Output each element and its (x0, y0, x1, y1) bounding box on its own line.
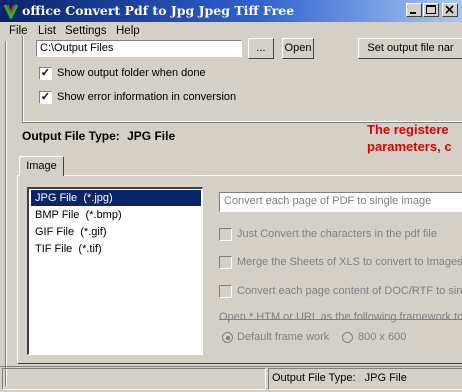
minimize-icon (410, 12, 416, 14)
maximize-button[interactable] (423, 3, 439, 17)
just-convert-label: Just Convert the characters in the pdf f… (237, 228, 437, 240)
merge-sheets-label: Merge the Sheets of XLS to convert to Im… (237, 256, 462, 268)
default-frame-radio[interactable] (222, 332, 233, 343)
status-panel-file-type: Output File Type: JPG File (268, 368, 462, 390)
status-panel-1 (2, 368, 266, 390)
format-list[interactable]: JPG File (*.jpg) BMP File (*.bmp) GIF Fi… (27, 187, 203, 355)
notice-line-1: The registere (367, 122, 449, 137)
show-output-folder-checkbox[interactable]: ✓ (39, 67, 52, 80)
framework-divider (219, 319, 462, 320)
close-icon (445, 5, 454, 14)
status-file-type-value: JPG File (364, 372, 407, 384)
set-output-file-name-button[interactable]: Set output file nar (358, 38, 462, 59)
list-item-jpg[interactable]: JPG File (*.jpg) (31, 190, 201, 206)
merge-sheets-checkbox[interactable] (219, 256, 232, 269)
size-800x600-radio[interactable] (342, 332, 353, 343)
left-divider-highlight (6, 41, 7, 386)
window-title: office Convert Pdf to Jpg Jpeg Tiff Free (22, 3, 295, 18)
status-file-type-label: Output File Type: (272, 372, 356, 384)
statusbar-top-border (0, 366, 462, 367)
convert-doc-checkbox[interactable] (219, 285, 232, 298)
size-800x600-label: 800 x 600 (358, 331, 407, 343)
list-item-tif[interactable]: TIF File (*.tif) (31, 241, 201, 257)
minimize-button[interactable] (406, 3, 422, 17)
list-item-bmp[interactable]: BMP File (*.bmp) (31, 207, 201, 223)
output-folder-input[interactable]: C:\Output Files (36, 40, 242, 57)
list-item-gif[interactable]: GIF File (*.gif) (31, 224, 201, 240)
radio-selected-dot (226, 336, 230, 340)
output-file-type-heading: Output File Type: JPG File (22, 129, 175, 143)
maximize-icon (426, 5, 436, 14)
show-errors-checkbox[interactable]: ✓ (39, 91, 52, 104)
show-output-folder-label: Show output folder when done (57, 67, 206, 79)
close-button[interactable] (442, 3, 458, 17)
open-button[interactable]: Open (282, 38, 314, 59)
show-errors-label: Show error information in conversion (57, 91, 237, 103)
default-frame-label: Default frame work (237, 331, 330, 343)
output-file-type-label: Output File Type: (22, 129, 120, 143)
browse-button[interactable]: ... (248, 38, 274, 59)
registration-notice: The registere parameters, c (367, 121, 462, 155)
just-convert-checkbox[interactable] (219, 228, 232, 241)
notice-line-2: parameters, c (367, 139, 452, 154)
title-bar[interactable]: office Convert Pdf to Jpg Jpeg Tiff Free (0, 0, 462, 22)
checkmark-icon: ✓ (40, 91, 51, 103)
checkmark-icon: ✓ (40, 67, 51, 79)
convert-doc-label: Convert each page content of DOC/RTF to … (237, 285, 462, 297)
tab-image[interactable]: Image (19, 156, 64, 176)
output-file-type-value: JPG File (127, 129, 176, 143)
app-icon (3, 4, 19, 19)
convert-mode-select[interactable]: Convert each page of PDF to single image (219, 192, 462, 212)
framework-label: Open *.HTM or URL as the following frame… (219, 311, 462, 323)
